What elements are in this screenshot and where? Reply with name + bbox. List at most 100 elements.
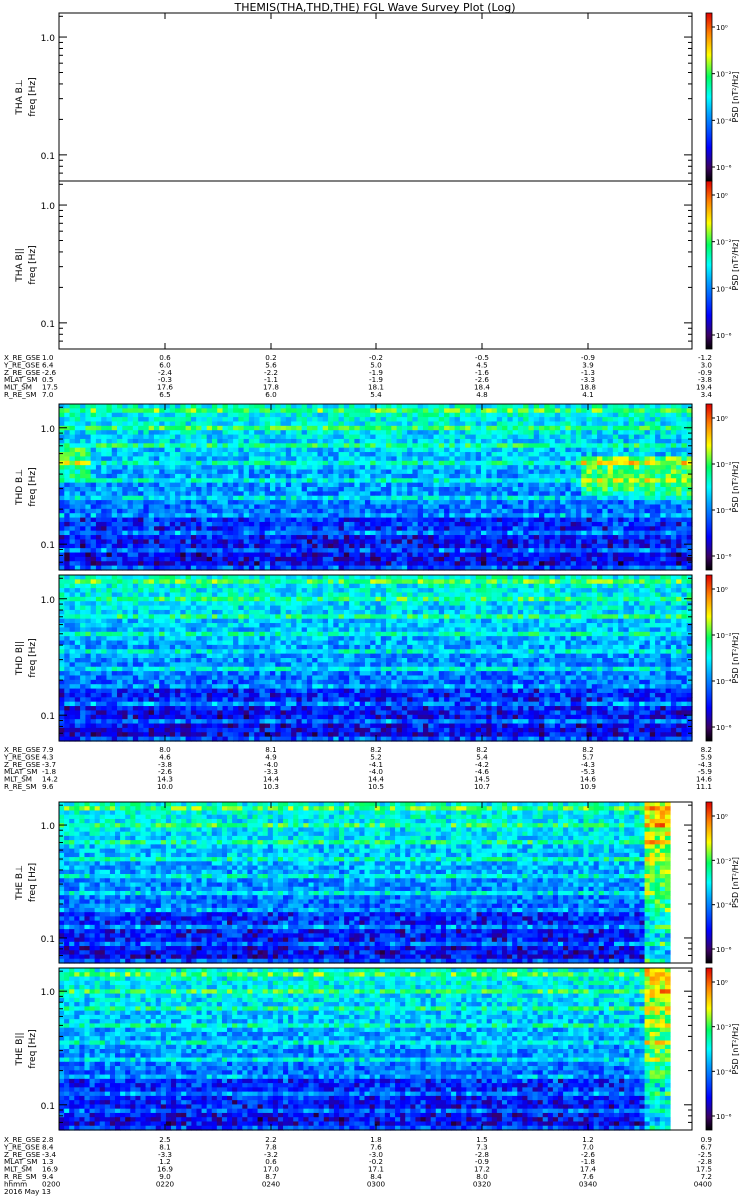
spectrogram-cell bbox=[285, 504, 292, 510]
spectrogram-cell bbox=[111, 443, 118, 449]
spectrogram-cell bbox=[644, 404, 651, 409]
spectrogram-cell bbox=[106, 508, 113, 514]
spectrogram-cell bbox=[117, 465, 123, 471]
spectrogram-cell bbox=[196, 408, 203, 414]
spectrogram-cell bbox=[238, 583, 245, 589]
spectrogram-cell bbox=[512, 500, 519, 506]
spectrogram-cell bbox=[164, 447, 171, 453]
spectrogram-cell bbox=[512, 482, 519, 488]
spectrogram-cell bbox=[486, 508, 493, 514]
spectrogram-cell bbox=[560, 412, 567, 418]
spectrogram-cell bbox=[80, 539, 86, 545]
spectrogram-cell bbox=[370, 482, 377, 488]
spectrogram-cell bbox=[296, 517, 303, 523]
spectrogram-cell bbox=[412, 456, 419, 462]
spectrogram-cell bbox=[117, 500, 123, 506]
spectrogram-cell bbox=[291, 495, 297, 501]
spectrogram-cell bbox=[285, 495, 292, 501]
spectrogram-cell bbox=[607, 543, 614, 549]
spectrogram-cell bbox=[243, 583, 250, 589]
spectrogram-cell bbox=[549, 465, 556, 471]
spectrogram-cell bbox=[275, 412, 282, 418]
spectrogram-cell bbox=[681, 478, 688, 484]
spectrogram-cell bbox=[454, 465, 461, 471]
spectrogram-cell bbox=[328, 443, 334, 449]
spectrogram-cell bbox=[270, 556, 276, 562]
spectrogram-cell bbox=[275, 460, 282, 466]
spectrogram-cell bbox=[575, 543, 582, 549]
spectrogram-cell bbox=[275, 500, 282, 506]
spectrogram-cell bbox=[407, 412, 414, 418]
spectrogram-cell bbox=[222, 408, 229, 414]
spectrogram-cell bbox=[153, 521, 160, 527]
spectrogram-cell bbox=[233, 517, 239, 523]
spectrogram-cell bbox=[655, 465, 661, 471]
spectrogram-cell bbox=[602, 556, 609, 562]
spectrogram-cell bbox=[101, 404, 108, 409]
spectrogram-cell bbox=[639, 535, 646, 541]
spectrogram-cell bbox=[465, 500, 472, 506]
spectrogram-cell bbox=[612, 579, 619, 585]
spectrogram-cell bbox=[655, 513, 661, 519]
spectrogram-cell bbox=[607, 469, 614, 475]
spectrogram-cell bbox=[396, 535, 403, 541]
spectrogram-cell bbox=[554, 530, 561, 536]
spectrogram-cell bbox=[206, 478, 213, 484]
spectrogram-cell bbox=[380, 417, 387, 423]
spectrogram-cell bbox=[591, 491, 598, 497]
spectrogram-cell bbox=[454, 552, 461, 558]
spectrogram-cell bbox=[465, 412, 472, 418]
spectrogram-cell bbox=[554, 552, 561, 558]
spectrogram-cell bbox=[660, 561, 667, 567]
colorbar-gradient bbox=[705, 180, 713, 350]
spectrogram-cell bbox=[264, 473, 271, 479]
spectrogram-cell bbox=[111, 456, 118, 462]
spectrogram-cell bbox=[301, 579, 308, 585]
spectrogram-cell bbox=[465, 434, 472, 440]
spectrogram-cell bbox=[106, 438, 113, 444]
spectrogram-cell bbox=[517, 465, 524, 471]
spectrogram-cell bbox=[169, 417, 176, 423]
spectrogram-cell bbox=[570, 548, 577, 554]
spectrogram-cell bbox=[496, 575, 503, 580]
spectrogram-cell bbox=[417, 535, 424, 541]
spectrogram-cell bbox=[143, 495, 150, 501]
spectrogram-cell bbox=[254, 575, 261, 580]
spectrogram-cell bbox=[132, 539, 139, 545]
spectrogram-cell bbox=[586, 408, 593, 414]
spectrogram-cell bbox=[575, 438, 582, 444]
spectrogram-cell bbox=[322, 552, 329, 558]
spectrogram-cell bbox=[349, 465, 356, 471]
spectrogram-cell bbox=[639, 452, 646, 458]
spectrogram-cell bbox=[602, 504, 609, 510]
spectrogram-cell bbox=[227, 447, 234, 453]
spectrogram-cell bbox=[370, 452, 377, 458]
spectrogram-cell bbox=[148, 491, 155, 497]
spectrogram-cell bbox=[570, 530, 577, 536]
spectrogram-cell bbox=[233, 460, 239, 466]
spectrogram-cell bbox=[291, 526, 297, 532]
spectrogram-cell bbox=[333, 530, 340, 536]
spectrogram-cell bbox=[153, 487, 160, 492]
spectrogram-cell bbox=[565, 421, 572, 427]
spectrogram-cell bbox=[370, 456, 377, 462]
spectrogram-cell bbox=[333, 469, 340, 475]
spectrogram-cell bbox=[507, 412, 514, 418]
spectrogram-cell bbox=[364, 452, 371, 458]
spectrogram-cell bbox=[117, 508, 123, 514]
spectrogram-cell bbox=[618, 500, 625, 506]
spectrogram-cell bbox=[444, 530, 450, 536]
spectrogram-cell bbox=[649, 495, 656, 501]
spectrogram-cell bbox=[586, 456, 593, 462]
spectrogram-cell bbox=[523, 452, 530, 458]
spectrogram-cell bbox=[153, 504, 160, 510]
spectrogram-cell bbox=[222, 425, 229, 431]
spectrogram-cell bbox=[117, 575, 123, 580]
spectrogram-cell bbox=[470, 452, 477, 458]
spectrogram-cell bbox=[206, 495, 213, 501]
spectrogram-cell bbox=[554, 539, 561, 545]
spectrogram-cell bbox=[528, 504, 535, 510]
spectrogram-cell bbox=[85, 460, 92, 466]
spectrogram-cell bbox=[676, 438, 683, 444]
spectrogram-cell bbox=[407, 521, 414, 527]
